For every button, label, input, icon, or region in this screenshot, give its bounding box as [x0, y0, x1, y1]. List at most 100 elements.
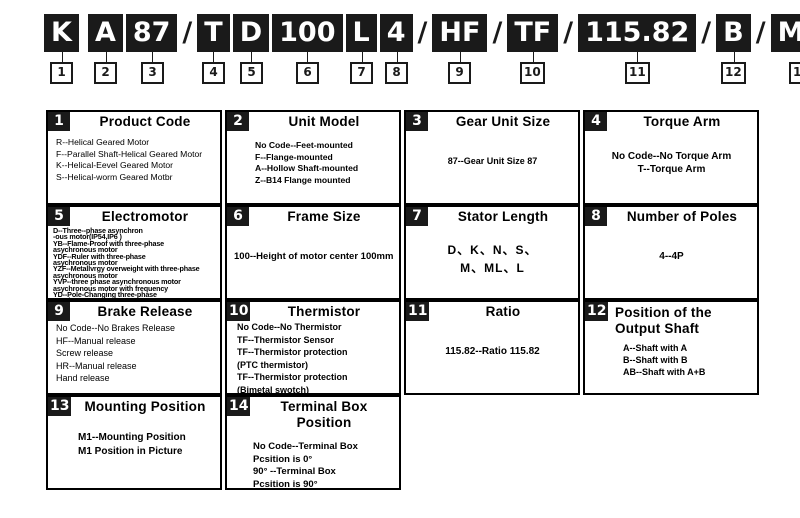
- legend-box-11: 11 Ratio 115.82--Ratio 115.82: [404, 300, 580, 395]
- legend-line: No Code--Terminal Box: [253, 441, 358, 452]
- legend-body-7: D、K、N、S、 M、ML、L: [406, 225, 578, 277]
- legend-badge-5: 5: [48, 207, 70, 226]
- legend-box-1: 1 Product Code R--Helical Geared Motor F--P…: [46, 110, 222, 205]
- legend-line: A--Hollow Shaft-mounted: [255, 163, 359, 173]
- legend-badge-7: 7: [406, 207, 428, 226]
- legend-body-2: No Code--Feet-mounted F--Flange-mounted A-…: [227, 130, 399, 186]
- legend-line: S--Helical-worm Geared Motbr: [56, 171, 173, 182]
- number-tag-10: 10: [520, 62, 545, 84]
- code-block-1: K: [44, 14, 79, 52]
- legend-box-3: 3 Gear Unit Size 87--Gear Unit Size 87: [404, 110, 580, 205]
- legend-body-3: 87--Gear Unit Size 87: [406, 130, 578, 167]
- legend-title-4: Torque Arm: [643, 114, 721, 129]
- model-code-string: KA87/TD100L4/HF/TF/115.82/B/M1/90°: [44, 14, 800, 52]
- leader-line-3: [152, 52, 153, 62]
- code-block-7: L: [345, 14, 377, 52]
- number-tag-11: 11: [625, 62, 650, 84]
- legend-badge-11: 11: [406, 302, 430, 321]
- legend-line: HR--Manual release: [56, 360, 137, 371]
- legend-body-12: A--Shaft with A B--Shaft with B AB--Shaft …: [585, 337, 757, 378]
- legend-line: (PTC thermistor): [237, 359, 309, 370]
- legend-box-6: 6 Frame Size 100--Height of motor center 1…: [225, 205, 401, 300]
- legend-line: Pcsition is 90°: [253, 478, 318, 490]
- leader-line-11: [637, 52, 638, 62]
- legend-line: TF--Thermistor protection: [237, 372, 348, 382]
- legend-badge-12: 12: [585, 302, 609, 321]
- model-code-diagram: KA87/TD100L4/HF/TF/115.82/B/M1/90° 12345…: [0, 0, 800, 100]
- number-tag-9: 9: [448, 62, 471, 84]
- legend-line: 100--Height of motor center 100mm: [234, 251, 394, 262]
- legend-box-14: 14 Terminal Box Position No Code--Terminal…: [225, 395, 401, 490]
- number-tag-6: 6: [296, 62, 319, 84]
- leader-line-1: [62, 52, 63, 62]
- number-tag-12: 12: [721, 62, 746, 84]
- legend-box-4: 4 Torque Arm No Code--No Torque Arm T--Torq…: [583, 110, 759, 205]
- legend-title-2: Unit Model: [288, 114, 360, 129]
- legend-body-13: M1--Mounting Position M1 Position in Pict…: [48, 415, 220, 458]
- legend-badge-3: 3: [406, 112, 428, 131]
- code-block-11: 115.82: [578, 14, 697, 52]
- code-separator: /: [563, 17, 574, 48]
- legend-box-12: 12 Position of the Output Shaft A--Shaft w…: [583, 300, 759, 395]
- code-separator: /: [417, 17, 428, 48]
- number-tag-3: 3: [141, 62, 164, 84]
- legend-body-4: No Code--No Torque Arm T--Torque Arm: [585, 130, 757, 176]
- number-tag-4: 4: [202, 62, 225, 84]
- legend-title-12: Position of the Output Shaft: [615, 305, 712, 336]
- legend-badge-10: 10: [227, 302, 251, 321]
- legend-line: M1--Mounting Position: [78, 432, 186, 443]
- legend-badge-2: 2: [227, 112, 249, 131]
- legend-line: 115.82--Ratio 115.82: [445, 346, 540, 357]
- legend-box-7: 7 Stator Length D、K、N、S、 M、ML、L: [404, 205, 580, 300]
- legend-title-3: Gear Unit Size: [455, 114, 551, 129]
- legend-body-9: No Code--No Brakes Release HF--Manual rel…: [48, 320, 220, 385]
- legend-box-10: 10 Thermistor No Code--No Thermistor TF--Th…: [225, 300, 401, 395]
- legend-title-14: Terminal Box Position: [280, 399, 368, 430]
- code-block-6: 100: [272, 14, 343, 52]
- leader-line-12: [734, 52, 735, 62]
- legend-body-11: 115.82--Ratio 115.82: [406, 320, 578, 357]
- code-block-8: 4: [379, 14, 413, 52]
- legend-body-6: 100--Height of motor center 100mm: [227, 225, 399, 262]
- legend-line: No Code--No Thermistor: [237, 322, 342, 332]
- legend-line: T--Torque Arm: [637, 164, 706, 175]
- leader-line-10: [533, 52, 534, 62]
- legend-line: HF--Manual release: [56, 335, 136, 346]
- legend-grid: 1 Product Code R--Helical Geared Motor F--P…: [46, 110, 759, 490]
- legend-line: No Code--No Torque Arm: [611, 151, 732, 162]
- code-block-9: HF: [432, 14, 488, 52]
- legend-box-13: 13 Mounting Position M1--Mounting Position…: [46, 395, 222, 490]
- legend-body-10: No Code--No Thermistor TF--Thermistor Sen…: [227, 320, 399, 395]
- number-tag-7: 7: [350, 62, 373, 84]
- code-separator: /: [492, 17, 503, 48]
- legend-title-6: Frame Size: [287, 209, 361, 224]
- number-tag-5: 5: [240, 62, 263, 84]
- legend-box-2: 2 Unit Model No Code--Feet-mounted F--Flang…: [225, 110, 401, 205]
- legend-title-13: Mounting Position: [84, 399, 206, 414]
- code-block-13: M1: [770, 14, 800, 52]
- legend-title-11: Ratio: [485, 304, 521, 319]
- legend-title-7: Stator Length: [457, 209, 549, 224]
- legend-line: (Bimetal swotch): [237, 384, 310, 395]
- legend-badge-8: 8: [585, 207, 607, 226]
- legend-line: M1 Position in Picture: [78, 445, 183, 457]
- legend-badge-9: 9: [48, 302, 70, 321]
- legend-line: No Code--Feet-mounted: [255, 140, 353, 150]
- leader-line-2: [106, 52, 107, 62]
- legend-line: Screw release: [56, 348, 114, 358]
- leader-line-7: [362, 52, 363, 62]
- legend-line: R--Helical Geared Motor: [56, 137, 150, 147]
- code-separator: /: [755, 17, 766, 48]
- legend-line: AB--Shaft with A+B: [623, 367, 706, 377]
- legend-line: Pcsition is 0°: [253, 453, 313, 465]
- legend-line: TF--Thermistor protection: [237, 347, 348, 357]
- code-block-4: T: [197, 14, 230, 52]
- code-block-2: A: [87, 14, 123, 52]
- legend-box-9: 9 Brake Release No Code--No Brakes Release…: [46, 300, 222, 395]
- legend-title-5: Electromotor: [101, 209, 189, 224]
- code-block-3: 87: [125, 14, 178, 52]
- legend-line: M、ML、L: [460, 261, 525, 275]
- code-block-5: D: [232, 14, 270, 52]
- legend-line: Hand release: [56, 373, 110, 383]
- number-tag-1: 1: [50, 62, 73, 84]
